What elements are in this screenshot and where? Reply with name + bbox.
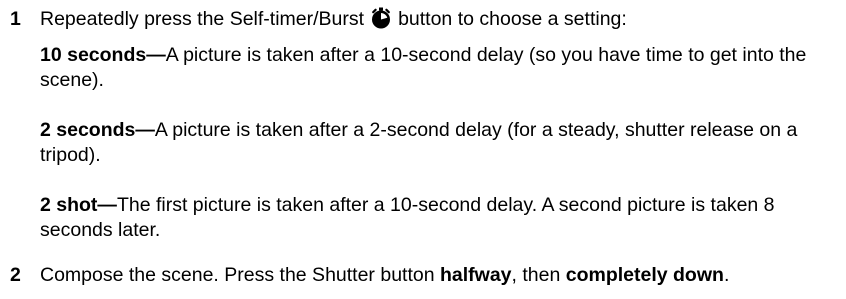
setting-2-shot: 2 shot—The first picture is taken after … bbox=[40, 193, 820, 243]
emphasis-completely-down: completely down bbox=[565, 264, 724, 286]
setting-term: 2 shot— bbox=[40, 194, 117, 216]
setting-description: The first picture is taken after a 10-se… bbox=[40, 194, 775, 241]
self-timer-icon bbox=[370, 7, 392, 29]
setting-2-seconds: 2 seconds—A picture is taken after a 2-s… bbox=[40, 118, 820, 168]
step-text-after: button to choose a setting: bbox=[398, 8, 627, 30]
step-text-before: Repeatedly press the Self-timer/Burst bbox=[40, 8, 365, 30]
step-number: 1 bbox=[10, 8, 21, 30]
step-text: Compose the scene. Press the Shutter but… bbox=[40, 263, 729, 288]
step-number: 2 bbox=[10, 264, 21, 286]
instruction-page: 1 Repeatedly press the Self-timer/Burst … bbox=[0, 0, 846, 299]
step-text-before: Compose the scene. Press the Shutter but… bbox=[40, 264, 435, 286]
setting-10-seconds: 10 seconds—A picture is taken after a 10… bbox=[40, 43, 820, 93]
setting-term: 10 seconds— bbox=[40, 44, 166, 66]
step-text: Repeatedly press the Self-timer/Burst bu… bbox=[40, 7, 627, 32]
emphasis-halfway: halfway bbox=[439, 264, 512, 286]
setting-term: 2 seconds— bbox=[40, 119, 155, 141]
step-text-middle: , then bbox=[511, 264, 561, 286]
step-text-end: . bbox=[723, 264, 730, 286]
